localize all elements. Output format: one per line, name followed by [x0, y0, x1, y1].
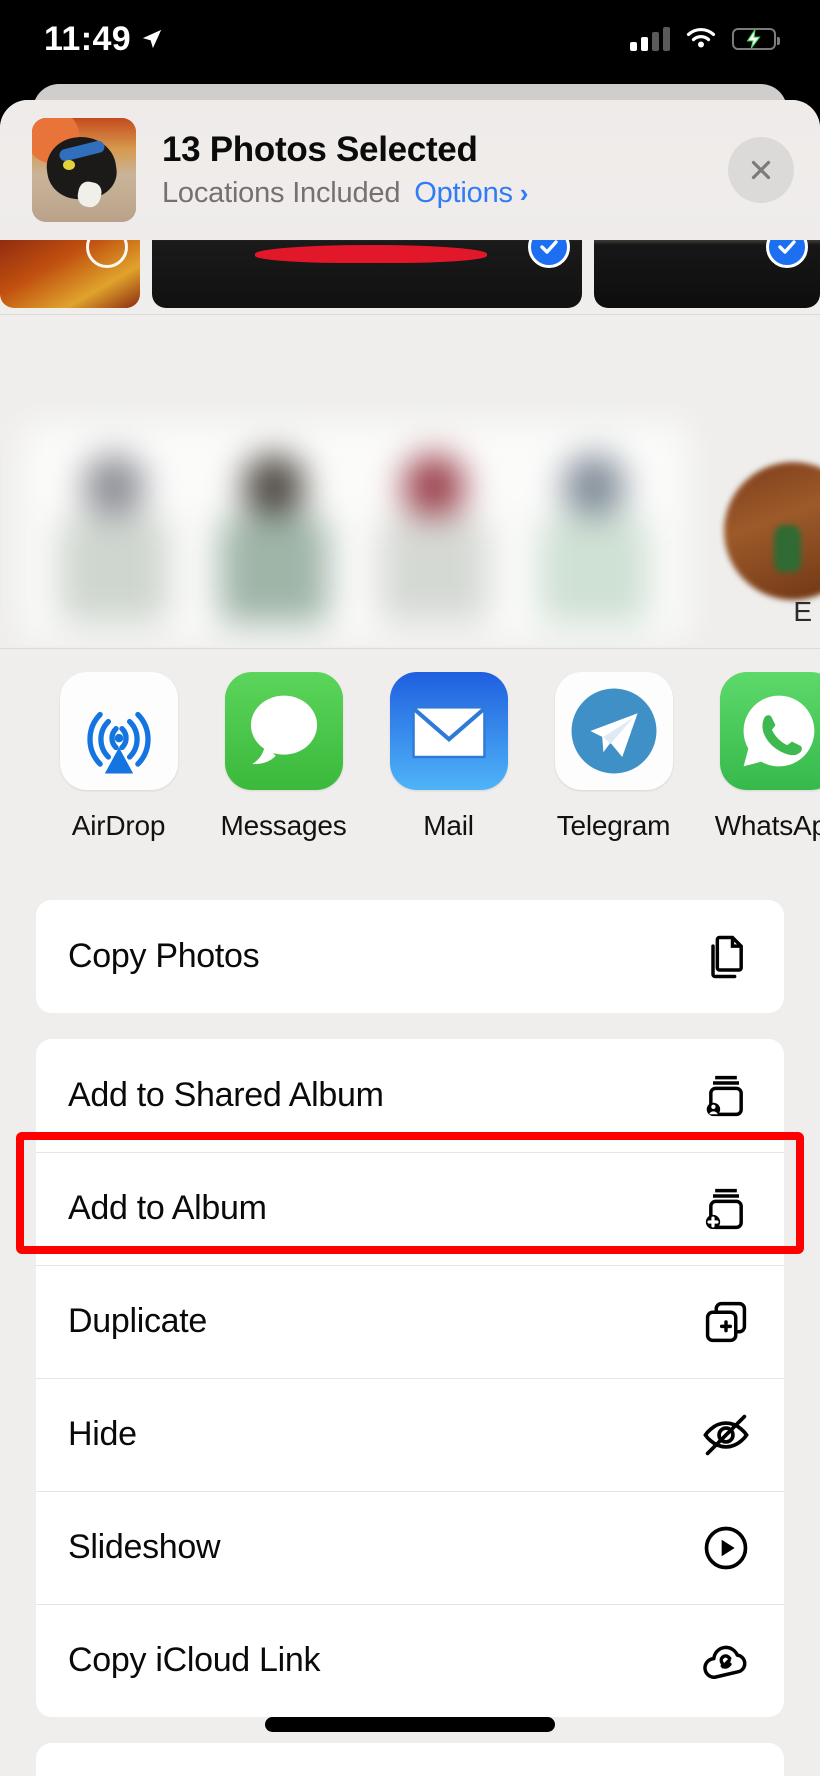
play-circle-icon [698, 1520, 754, 1576]
add-to-album-icon [698, 1181, 754, 1237]
share-target-mail[interactable]: Mail [366, 672, 531, 842]
close-icon [751, 160, 771, 180]
options-label: Options [414, 176, 513, 209]
action-slideshow[interactable]: Slideshow [36, 1491, 784, 1604]
suggestion-partial-label: E [793, 596, 812, 627]
status-bar-right [630, 27, 780, 52]
location-arrow-icon [142, 29, 162, 49]
wifi-icon [686, 27, 716, 47]
action-copy-photos[interactable]: Copy Photos [36, 900, 784, 1013]
status-bar-left: 11:49 [44, 20, 163, 59]
options-button[interactable]: Options › [414, 177, 528, 210]
close-button[interactable] [728, 137, 794, 203]
suggested-photos-preview [22, 423, 688, 641]
share-target-label: AirDrop [71, 810, 166, 841]
action-label: Duplicate [68, 1302, 208, 1340]
suggestions-row[interactable] [0, 316, 820, 646]
share-target-label: WhatsApp [714, 810, 820, 841]
action-label: Copy iCloud Link [68, 1641, 321, 1679]
action-add-to-shared-album[interactable]: Add to Shared Album [36, 1039, 784, 1152]
share-target-whatsapp[interactable]: WhatsApp [696, 672, 820, 842]
share-target-label: Messages [220, 810, 347, 841]
page-title: 13 Photos Selected [162, 130, 478, 170]
action-group-3: Create Watch Face [36, 1743, 784, 1776]
shared-album-icon [698, 1068, 754, 1124]
iphone-screen: 11:49 13 Photos Selected Locations Inclu… [0, 0, 820, 1776]
battery-charging-icon [732, 28, 780, 50]
strip-divider [0, 314, 820, 315]
chevron-right-icon: › [519, 178, 529, 209]
section-divider [0, 648, 820, 649]
icloud-link-icon [698, 1633, 754, 1689]
locations-included-label: Locations Included [162, 176, 401, 209]
action-add-to-album[interactable]: Add to Album [36, 1152, 784, 1265]
copy-icon [698, 929, 754, 985]
share-target-label: Telegram [556, 810, 671, 841]
share-target-airdrop[interactable]: AirDrop [36, 672, 201, 842]
share-sheet: 13 Photos Selected Locations Included Op… [0, 100, 820, 1776]
whatsapp-icon [719, 672, 820, 790]
action-label: Add to Shared Album [68, 1076, 384, 1114]
selected-photo-thumbnail [32, 118, 136, 222]
eye-slash-icon [698, 1407, 754, 1463]
watch-icon [698, 1772, 754, 1776]
action-label: Copy Photos [68, 937, 260, 975]
action-label: Hide [68, 1415, 137, 1453]
share-header: 13 Photos Selected Locations Included Op… [0, 100, 820, 240]
action-create-watch-face[interactable]: Create Watch Face [36, 1743, 784, 1776]
messages-icon [224, 672, 343, 790]
action-duplicate[interactable]: Duplicate [36, 1265, 784, 1378]
contact-avatar[interactable] [724, 462, 820, 600]
status-bar-clock: 11:49 [44, 19, 132, 58]
action-label: Slideshow [68, 1528, 221, 1566]
telegram-icon [554, 672, 673, 790]
cellular-signal-icon [630, 27, 670, 51]
share-target-label: Mail [423, 810, 474, 841]
action-list: Copy Photos Add to Shared Album Add to A… [0, 900, 820, 1776]
share-target-messages[interactable]: Messages [201, 672, 366, 842]
share-header-subtitle-row: Locations Included Options › [162, 177, 728, 210]
home-indicator [265, 1717, 555, 1732]
action-group-2: Add to Shared Album Add to Album Duplica… [36, 1039, 784, 1717]
action-label: Add to Album [68, 1189, 267, 1227]
share-header-text: 13 Photos Selected Locations Included Op… [162, 130, 728, 209]
action-hide[interactable]: Hide [36, 1378, 784, 1491]
status-bar: 11:49 [0, 0, 820, 78]
duplicate-icon [698, 1294, 754, 1350]
mail-icon [389, 672, 508, 790]
share-target-telegram[interactable]: Telegram [531, 672, 696, 842]
airdrop-icon [59, 672, 178, 790]
action-group-1: Copy Photos [36, 900, 784, 1013]
action-copy-icloud-link[interactable]: Copy iCloud Link [36, 1604, 784, 1717]
share-targets-row[interactable]: AirDrop Messages Mail Telegram WhatsAp [0, 672, 820, 902]
